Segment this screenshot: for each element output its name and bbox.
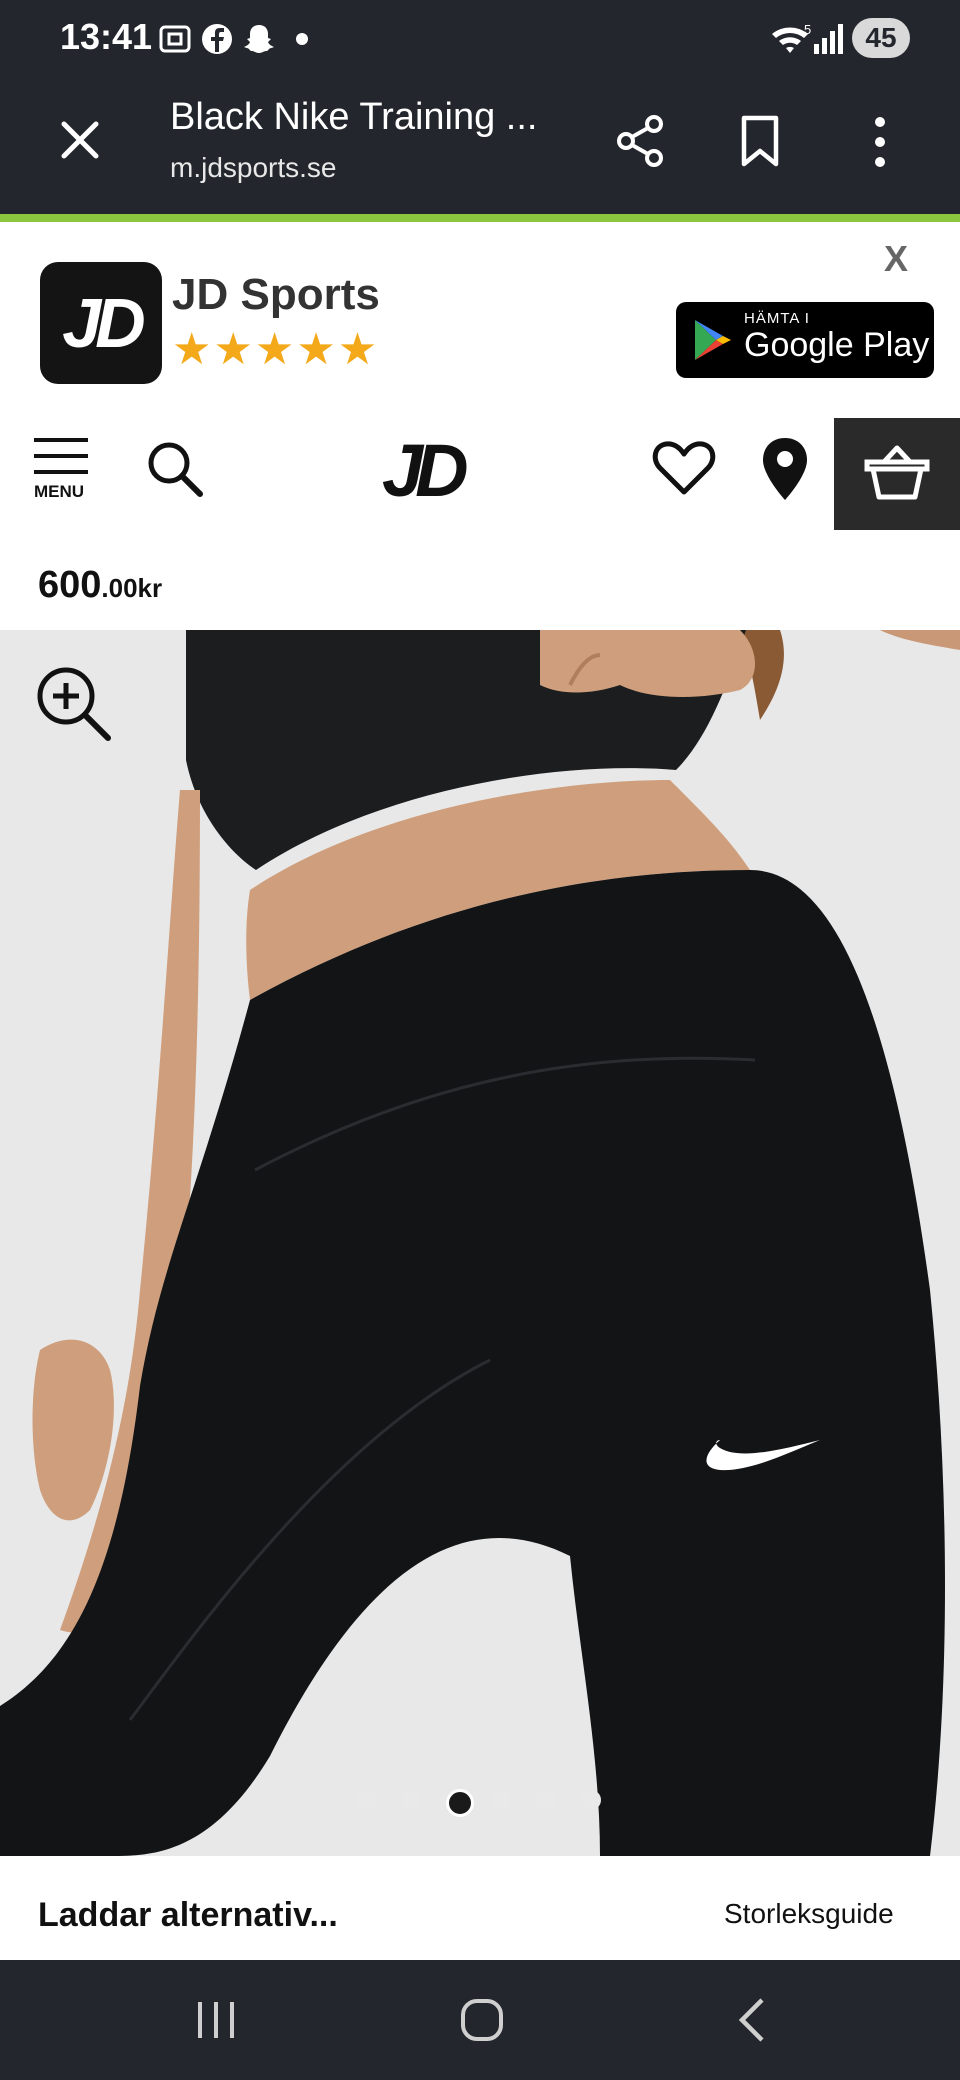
gallery-dot[interactable] [581, 1790, 601, 1810]
product-photo [0, 630, 960, 1856]
store-name: Google Play [744, 326, 930, 364]
gallery-dot[interactable] [536, 1790, 556, 1810]
search-icon[interactable] [146, 440, 204, 498]
page-title: Black Nike Training ... [170, 96, 538, 138]
product-image[interactable] [0, 630, 960, 1856]
google-play-button[interactable]: HÄMTA I Google Play [676, 302, 934, 378]
wifi-icon: 5 [772, 22, 811, 53]
menu-icon[interactable] [34, 436, 90, 480]
page-url[interactable]: m.jdsports.se [170, 152, 337, 184]
product-price: 600.00kr [38, 564, 162, 607]
status-time: 13:41 [60, 16, 153, 57]
share-icon[interactable] [614, 114, 668, 168]
basket-button[interactable] [834, 418, 960, 530]
size-guide-link[interactable]: Storleksguide [724, 1898, 894, 1930]
notification-dot [296, 33, 308, 45]
app-logo: JD [40, 262, 162, 384]
back-icon[interactable] [736, 1998, 766, 2042]
status-bar: 13:41 5 45 [0, 0, 960, 80]
close-icon[interactable] [58, 118, 102, 162]
home-icon[interactable] [460, 1998, 504, 2042]
gallery-dot[interactable] [401, 1790, 421, 1810]
snapchat-icon [244, 25, 274, 53]
gallery-dot-active[interactable] [446, 1789, 474, 1817]
google-play-icon [695, 320, 731, 360]
battery-indicator: 45 [852, 18, 910, 58]
facebook-icon [202, 24, 232, 54]
recent-apps-icon[interactable] [194, 2000, 238, 2040]
menu-label[interactable]: MENU [34, 482, 84, 502]
store-locator-pin-icon[interactable] [760, 436, 810, 502]
site-logo[interactable]: JD [382, 428, 469, 513]
app-name: JD Sports [172, 270, 380, 319]
banner-close-button[interactable]: X [884, 238, 908, 280]
wishlist-heart-icon[interactable] [652, 440, 716, 496]
more-options-icon[interactable] [866, 116, 894, 168]
gallery-dot[interactable] [356, 1790, 376, 1810]
gallery-dot[interactable] [491, 1790, 511, 1810]
page-load-progress [0, 214, 960, 222]
basket-icon [864, 445, 930, 500]
browser-toolbar: Black Nike Training ... m.jdsports.se [0, 80, 960, 214]
price-main: 600 [38, 564, 102, 606]
app-rating-stars: ★★★★★ [172, 325, 380, 374]
svg-text:5: 5 [804, 22, 811, 37]
store-small-label: HÄMTA I [744, 310, 810, 327]
screenshot-icon [159, 25, 191, 53]
zoom-in-icon[interactable] [34, 664, 114, 744]
signal-icon [814, 24, 843, 54]
android-nav-bar [0, 1960, 960, 2080]
loading-options-text: Laddar alternativ... [38, 1896, 338, 1934]
bookmark-icon[interactable] [738, 114, 782, 168]
price-decimal: .00kr [101, 573, 163, 603]
site-header [0, 418, 960, 530]
